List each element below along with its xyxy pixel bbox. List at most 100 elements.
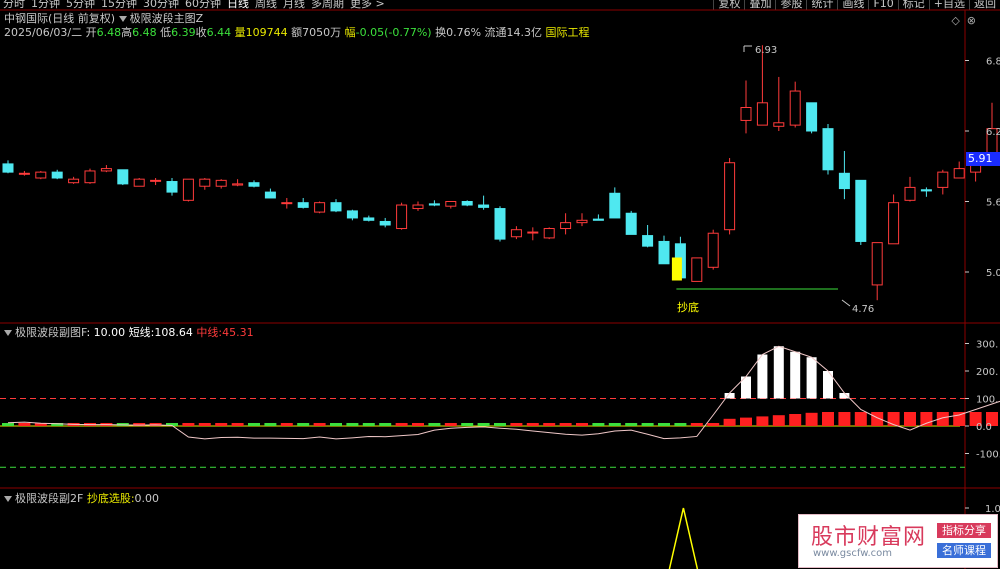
candle-body-27 — [445, 201, 457, 207]
mid-block-27 — [444, 423, 457, 426]
mid-block-18 — [297, 423, 310, 426]
candle-body-36 — [592, 218, 604, 221]
mid-block-28 — [461, 423, 474, 426]
candle-body-54 — [888, 202, 900, 245]
buy-signal-candle — [671, 257, 682, 281]
candle-body-15 — [248, 182, 260, 187]
candle-body-44 — [724, 162, 736, 231]
sub1-label-0: 300. — [976, 340, 998, 351]
mid-block-38 — [625, 423, 638, 426]
candle-body-35 — [576, 219, 588, 224]
mid-block-51 — [838, 412, 851, 426]
candle-body-33 — [543, 228, 555, 239]
candle-body-56 — [920, 189, 932, 192]
candle-body-21 — [346, 210, 358, 219]
candle-body-38 — [625, 212, 637, 235]
candle-body-50 — [822, 128, 834, 171]
mid-block-16 — [264, 423, 277, 426]
mid-block-46 — [756, 416, 769, 426]
candle-body-24 — [396, 204, 408, 230]
mid-block-17 — [280, 423, 293, 426]
candle-body-43 — [707, 232, 719, 268]
candle-body-46 — [756, 102, 768, 126]
mid-block-48 — [789, 414, 802, 426]
mid-block-26 — [428, 423, 441, 426]
mid-block-15 — [248, 423, 260, 426]
candle-body-53 — [871, 242, 883, 286]
mid-block-34 — [559, 423, 572, 426]
price-label-0: 6.8 — [986, 57, 1000, 68]
mid-block-54 — [887, 412, 900, 426]
mid-block-11 — [182, 423, 195, 426]
short-bar-49 — [806, 357, 817, 399]
candle-body-39 — [642, 235, 654, 247]
mid-block-36 — [592, 423, 605, 426]
candle-body-30 — [494, 208, 506, 240]
short-bar-48 — [790, 351, 801, 399]
watermark-badge-share: 指标分享 — [937, 523, 991, 538]
mid-block-39 — [641, 423, 654, 426]
mid-block-23 — [379, 423, 392, 426]
mid-block-1 — [18, 423, 31, 426]
buy-label: 抄底 — [677, 300, 699, 314]
watermark-logo: 股市财富网 www.gscfw.com 指标分享 名师课程 — [798, 514, 998, 568]
candle-body-0 — [2, 163, 14, 173]
candle-body-40 — [658, 240, 670, 265]
candle-body-28 — [461, 201, 473, 206]
buy-signal-peak — [668, 507, 699, 569]
mid-block-55 — [904, 412, 916, 426]
candle-body-48 — [789, 90, 801, 126]
sub1-label-2: 100. — [976, 395, 998, 406]
candle-body-14 — [232, 183, 244, 186]
candle-body-34 — [560, 222, 572, 230]
candle-body-32 — [527, 231, 539, 234]
watermark-url: www.gscfw.com — [813, 548, 892, 559]
short-bar-51 — [839, 393, 850, 399]
mid-block-22 — [362, 423, 375, 426]
candle-body-57 — [937, 171, 949, 188]
candle-body-17 — [281, 202, 293, 205]
mid-block-20 — [330, 423, 342, 426]
candle-body-51 — [838, 172, 850, 190]
mid-block-49 — [805, 412, 818, 426]
price-label-2: 5.6 — [986, 198, 1000, 209]
candle-body-16 — [264, 191, 276, 199]
candle-body-13 — [215, 179, 227, 187]
high-label: 6.93 — [755, 45, 777, 56]
mid-block-40 — [658, 423, 670, 426]
candle-body-19 — [314, 202, 326, 213]
candle-body-2 — [35, 171, 47, 179]
candle-body-3 — [51, 171, 63, 179]
candle-body-55 — [904, 186, 916, 201]
price-label-3: 5.0 — [986, 268, 1000, 279]
candle-body-12 — [199, 178, 211, 187]
candle-body-23 — [379, 220, 391, 226]
sub1-label-3: 0.0 — [976, 422, 992, 433]
sub1-label-4: -100. — [976, 450, 1000, 461]
candle-body-6 — [100, 168, 112, 172]
candle-body-52 — [855, 179, 867, 242]
price-label-1: 6.2 — [986, 127, 1000, 138]
low-marker-arm — [841, 299, 851, 307]
mid-block-13 — [215, 423, 228, 426]
short-bar-46 — [757, 354, 768, 399]
sub1-label-1: 200. — [976, 367, 998, 378]
short-bar-47 — [773, 346, 784, 399]
mid-block-29 — [477, 423, 490, 426]
mid-block-31 — [510, 423, 523, 426]
candle-body-29 — [478, 204, 490, 208]
candle-body-9 — [150, 179, 162, 182]
candle-body-4 — [68, 178, 80, 184]
candle-body-37 — [609, 192, 621, 219]
mid-block-32 — [526, 423, 539, 426]
candle-body-7 — [117, 169, 129, 185]
candle-body-26 — [428, 203, 440, 206]
mid-block-47 — [772, 415, 785, 426]
candle-body-47 — [773, 122, 785, 127]
current-price-tag: 5.91 — [966, 152, 1000, 166]
kline-chart[interactable]: 抄底 6.93 4.76 6.8 6.2 5.6 5.0 300. 200. 100. 0.0 -1… — [0, 0, 1000, 569]
candle-body-31 — [510, 229, 522, 238]
mid-block-0 — [2, 423, 14, 426]
candle-body-22 — [363, 217, 375, 221]
mid-block-14 — [231, 423, 244, 426]
